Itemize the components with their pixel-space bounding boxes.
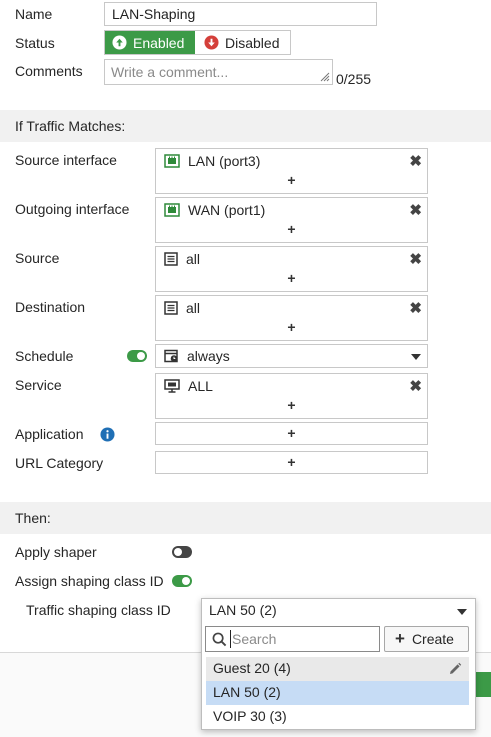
dropdown-option[interactable]: Guest 20 (4) xyxy=(206,657,469,681)
destination-label: Destination xyxy=(15,299,86,315)
assign-class-toggle[interactable] xyxy=(172,575,192,587)
create-button[interactable]: + Create xyxy=(384,626,469,652)
destination-entry: all xyxy=(164,299,200,317)
chevron-down-icon xyxy=(411,354,421,360)
name-input-value: LAN-Shaping xyxy=(112,6,196,22)
apply-shaper-toggle[interactable] xyxy=(172,546,192,558)
status-toggle-group: Enabled Disabled xyxy=(104,30,291,55)
arrow-down-circle-icon xyxy=(204,35,219,50)
outgoing-interface-entry: WAN (port1) xyxy=(164,201,265,219)
name-input[interactable]: LAN-Shaping xyxy=(104,2,377,26)
create-button-label: Create xyxy=(411,631,454,647)
calendar-clock-icon xyxy=(164,349,178,363)
source-value: all xyxy=(186,251,201,267)
service-field[interactable]: ALL ✖ + xyxy=(155,373,428,419)
service-value: ALL xyxy=(188,378,213,394)
add-url-category-button[interactable]: + xyxy=(156,454,427,470)
remove-icon[interactable]: ✖ xyxy=(409,250,422,268)
schedule-label: Schedule xyxy=(15,348,74,364)
network-port-icon xyxy=(164,203,180,217)
destination-value: all xyxy=(186,300,201,316)
application-field[interactable]: + xyxy=(155,422,428,445)
dropdown-search-input[interactable]: Search xyxy=(205,626,380,652)
source-entry: all xyxy=(164,250,200,268)
add-outgoing-interface-button[interactable]: + xyxy=(156,221,427,237)
ok-button[interactable] xyxy=(474,672,491,697)
source-field[interactable]: all ✖ + xyxy=(155,246,428,292)
address-list-icon xyxy=(164,301,178,315)
service-entry: ALL xyxy=(164,377,213,395)
service-label: Service xyxy=(15,377,62,393)
name-label: Name xyxy=(15,6,53,22)
search-icon xyxy=(212,632,227,647)
plus-icon: + xyxy=(395,629,405,648)
outgoing-interface-label: Outgoing interface xyxy=(15,201,130,217)
status-enabled-label: Enabled xyxy=(133,34,185,51)
dropdown-option-label: LAN 50 (2) xyxy=(213,684,281,700)
source-interface-field[interactable]: LAN (port3) ✖ + xyxy=(155,148,428,194)
resize-handle-icon[interactable] xyxy=(320,72,330,82)
source-interface-label: Source interface xyxy=(15,152,117,168)
status-enabled-button[interactable]: Enabled xyxy=(105,31,195,54)
schedule-value: always xyxy=(187,348,230,364)
remove-icon[interactable]: ✖ xyxy=(409,377,422,395)
url-category-label: URL Category xyxy=(15,455,104,471)
url-category-field[interactable]: + xyxy=(155,451,428,474)
add-source-interface-button[interactable]: + xyxy=(156,172,427,188)
chevron-down-icon xyxy=(457,609,467,615)
class-id-label: Traffic shaping class ID xyxy=(26,602,171,618)
match-section-header: If Traffic Matches: xyxy=(0,110,491,142)
comments-placeholder: Write a comment... xyxy=(111,64,229,80)
remove-icon[interactable]: ✖ xyxy=(409,299,422,317)
dropdown-search-placeholder: Search xyxy=(232,631,277,647)
outgoing-interface-value: WAN (port1) xyxy=(188,202,266,218)
schedule-select[interactable]: always xyxy=(155,344,428,368)
assign-class-label: Assign shaping class ID xyxy=(15,573,164,589)
class-id-select[interactable]: LAN 50 (2) xyxy=(202,599,475,623)
class-id-value: LAN 50 (2) xyxy=(209,602,277,618)
comments-label: Comments xyxy=(15,63,83,79)
text-cursor xyxy=(230,630,231,648)
outgoing-interface-field[interactable]: WAN (port1) ✖ + xyxy=(155,197,428,243)
schedule-toggle[interactable] xyxy=(127,350,147,362)
apply-shaper-label: Apply shaper xyxy=(15,544,97,560)
pencil-icon[interactable] xyxy=(448,662,462,676)
status-label: Status xyxy=(15,35,55,51)
add-application-button[interactable]: + xyxy=(156,425,427,441)
then-section-header: Then: xyxy=(0,502,491,534)
info-icon[interactable] xyxy=(100,427,115,442)
dropdown-option[interactable]: VOIP 30 (3) xyxy=(206,705,469,729)
destination-field[interactable]: all ✖ + xyxy=(155,295,428,341)
source-label: Source xyxy=(15,250,60,266)
dropdown-option-selected[interactable]: LAN 50 (2) xyxy=(206,681,469,705)
dropdown-option-label: Guest 20 (4) xyxy=(213,660,291,676)
source-interface-entry: LAN (port3) xyxy=(164,152,260,170)
status-disabled-label: Disabled xyxy=(225,34,280,51)
add-source-button[interactable]: + xyxy=(156,270,427,286)
application-label: Application xyxy=(15,426,84,442)
address-list-icon xyxy=(164,252,178,266)
source-interface-value: LAN (port3) xyxy=(188,153,261,169)
add-destination-button[interactable]: + xyxy=(156,319,427,335)
arrow-up-circle-icon xyxy=(112,35,127,50)
remove-icon[interactable]: ✖ xyxy=(409,201,422,219)
status-disabled-button[interactable]: Disabled xyxy=(195,31,290,54)
add-service-button[interactable]: + xyxy=(156,397,427,413)
remove-icon[interactable]: ✖ xyxy=(409,152,422,170)
comments-counter: 0/255 xyxy=(336,71,372,87)
comments-textarea[interactable]: Write a comment... xyxy=(104,59,333,85)
dropdown-option-label: VOIP 30 (3) xyxy=(213,708,287,724)
network-port-icon xyxy=(164,154,180,168)
service-monitor-icon xyxy=(164,379,180,393)
class-id-dropdown: LAN 50 (2) Search + Create Guest 20 (4) … xyxy=(201,598,476,730)
